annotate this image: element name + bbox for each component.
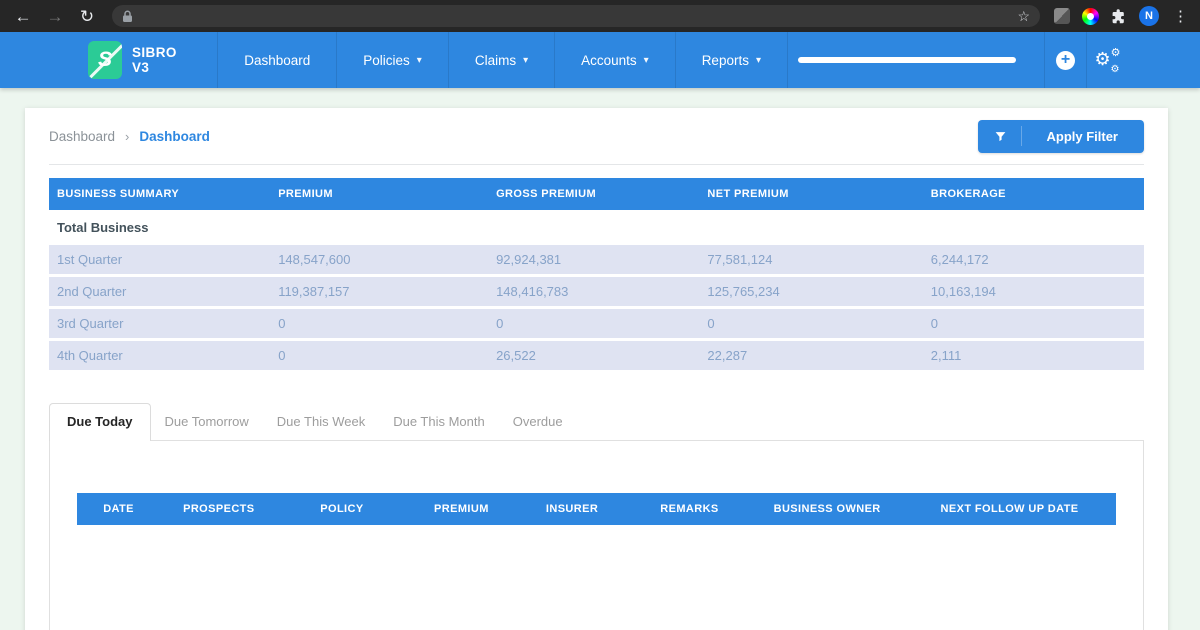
tab-due-this-week[interactable]: Due This Week xyxy=(263,404,379,440)
nav-label: Claims xyxy=(475,53,516,68)
table-row-q4: 4th Quarter 0 26,522 22,287 2,111 xyxy=(49,341,1144,370)
row-label: 2nd Quarter xyxy=(49,284,270,299)
gears-icon: ⚙ ⚙ ⚙ xyxy=(1095,48,1121,72)
brand-logo[interactable]: S SIBRO V3 xyxy=(0,32,218,88)
caret-down-icon: ▾ xyxy=(644,55,649,66)
column-header: NEXT FOLLOW UP DATE xyxy=(903,503,1116,515)
logo-letter: S xyxy=(98,48,112,72)
cell-gross-premium: 92,924,381 xyxy=(488,252,699,267)
navbar-search-input[interactable] xyxy=(798,57,1016,63)
row-label: 4th Quarter xyxy=(49,348,270,363)
extension-icon[interactable] xyxy=(1054,8,1070,24)
cell-brokerage: 6,244,172 xyxy=(923,252,1144,267)
back-icon[interactable]: ← xyxy=(12,8,34,25)
cell-brokerage: 0 xyxy=(923,316,1144,331)
caret-down-icon: ▾ xyxy=(417,55,422,66)
nav-item-dashboard[interactable]: Dashboard xyxy=(218,32,337,88)
cell-net-premium: 22,287 xyxy=(699,348,922,363)
business-summary-table: BUSINESS SUMMARY PREMIUM GROSS PREMIUM N… xyxy=(49,178,1144,370)
column-header: INSURER xyxy=(516,503,627,515)
group-label: Total Business xyxy=(49,220,270,235)
browser-toolbar-icons: N ⋮ xyxy=(1054,6,1192,26)
column-header: DATE xyxy=(77,503,160,515)
tab-due-tomorrow[interactable]: Due Tomorrow xyxy=(151,404,263,440)
nav-label: Policies xyxy=(363,53,410,68)
nav-item-policies[interactable]: Policies ▾ xyxy=(337,32,449,88)
bookmark-star-icon[interactable]: ☆ xyxy=(1017,8,1030,25)
table-row-q2: 2nd Quarter 119,387,157 148,416,783 125,… xyxy=(49,277,1144,306)
tab-overdue[interactable]: Overdue xyxy=(499,404,577,440)
navbar-right: + ⚙ ⚙ ⚙ xyxy=(788,32,1200,88)
address-bar[interactable]: ☆ xyxy=(112,5,1040,27)
column-header: NET PREMIUM xyxy=(699,188,922,200)
browser-menu-icon[interactable]: ⋮ xyxy=(1171,7,1190,25)
filter-funnel-icon xyxy=(980,126,1022,146)
breadcrumb-current[interactable]: Dashboard xyxy=(139,129,210,144)
cell-premium: 0 xyxy=(270,316,488,331)
column-header: BUSINESS SUMMARY xyxy=(49,188,270,200)
tab-due-this-month[interactable]: Due This Month xyxy=(379,404,499,440)
settings-button[interactable]: ⚙ ⚙ ⚙ xyxy=(1086,32,1128,88)
forward-icon[interactable]: → xyxy=(44,8,66,25)
nav-label: Accounts xyxy=(581,53,637,68)
apply-filter-button[interactable]: Apply Filter xyxy=(978,120,1144,153)
cell-net-premium: 77,581,124 xyxy=(699,252,922,267)
column-header: GROSS PREMIUM xyxy=(488,188,699,200)
column-header: PROSPECTS xyxy=(160,503,277,515)
cell-premium: 148,547,600 xyxy=(270,252,488,267)
tab-due-today[interactable]: Due Today xyxy=(49,403,151,441)
brand-name: SIBRO V3 xyxy=(132,45,191,75)
quick-add-button[interactable]: + xyxy=(1044,32,1086,88)
column-header: PREMIUM xyxy=(406,503,516,515)
cell-premium: 0 xyxy=(270,348,488,363)
due-today-panel: DATE PROSPECTS POLICY PREMIUM INSURER RE… xyxy=(49,440,1144,630)
colorwheel-center xyxy=(1087,13,1094,20)
column-header: POLICY xyxy=(278,503,407,515)
caret-down-icon: ▾ xyxy=(756,55,761,66)
divider xyxy=(49,164,1144,165)
row-label: 3rd Quarter xyxy=(49,316,270,331)
cell-brokerage: 2,111 xyxy=(923,348,1144,363)
breadcrumb-separator-icon: › xyxy=(125,129,129,144)
cell-gross-premium: 26,522 xyxy=(488,348,699,363)
nav-item-claims[interactable]: Claims ▾ xyxy=(449,32,555,88)
column-header: BROKERAGE xyxy=(923,188,1144,200)
cell-premium: 119,387,157 xyxy=(270,284,488,299)
due-tabs: Due Today Due Tomorrow Due This Week Due… xyxy=(49,403,1144,440)
main-menu: Dashboard Policies ▾ Claims ▾ Accounts ▾… xyxy=(218,32,788,88)
cell-gross-premium: 148,416,783 xyxy=(488,284,699,299)
browser-chrome: ← → ↻ ☆ N ⋮ xyxy=(0,0,1200,32)
column-header: REMARKS xyxy=(628,503,752,515)
profile-avatar[interactable]: N xyxy=(1139,6,1159,26)
column-header: PREMIUM xyxy=(270,188,488,200)
dashboard-card: Dashboard › Dashboard Apply Filter BUSIN… xyxy=(25,108,1168,630)
nav-label: Dashboard xyxy=(244,53,310,68)
table-row-q3: 3rd Quarter 0 0 0 0 xyxy=(49,309,1144,338)
cell-gross-premium: 0 xyxy=(488,316,699,331)
row-label: 1st Quarter xyxy=(49,252,270,267)
app-navbar: S SIBRO V3 Dashboard Policies ▾ Claims ▾… xyxy=(0,32,1200,88)
summary-header-row: BUSINESS SUMMARY PREMIUM GROSS PREMIUM N… xyxy=(49,178,1144,210)
table-row-total-business: Total Business xyxy=(49,210,1144,245)
lock-icon xyxy=(122,10,133,23)
nav-item-reports[interactable]: Reports ▾ xyxy=(676,32,788,88)
breadcrumb-parent[interactable]: Dashboard xyxy=(49,129,115,144)
column-header: BUSINESS OWNER xyxy=(751,503,903,515)
due-table-header-row: DATE PROSPECTS POLICY PREMIUM INSURER RE… xyxy=(77,493,1116,525)
nav-item-accounts[interactable]: Accounts ▾ xyxy=(555,32,676,88)
plus-circle-icon: + xyxy=(1056,51,1075,70)
apply-filter-label: Apply Filter xyxy=(1022,129,1142,144)
cell-net-premium: 125,765,234 xyxy=(699,284,922,299)
cell-net-premium: 0 xyxy=(699,316,922,331)
table-row-q1: 1st Quarter 148,547,600 92,924,381 77,58… xyxy=(49,245,1144,274)
nav-label: Reports xyxy=(702,53,749,68)
caret-down-icon: ▾ xyxy=(523,55,528,66)
cell-brokerage: 10,163,194 xyxy=(923,284,1144,299)
reload-icon[interactable]: ↻ xyxy=(76,8,98,25)
sibro-logo-icon: S xyxy=(88,41,122,79)
colorwheel-extension-icon[interactable] xyxy=(1082,8,1099,25)
breadcrumb: Dashboard › Dashboard Apply Filter xyxy=(49,108,1144,164)
extensions-puzzle-icon[interactable] xyxy=(1111,8,1127,24)
